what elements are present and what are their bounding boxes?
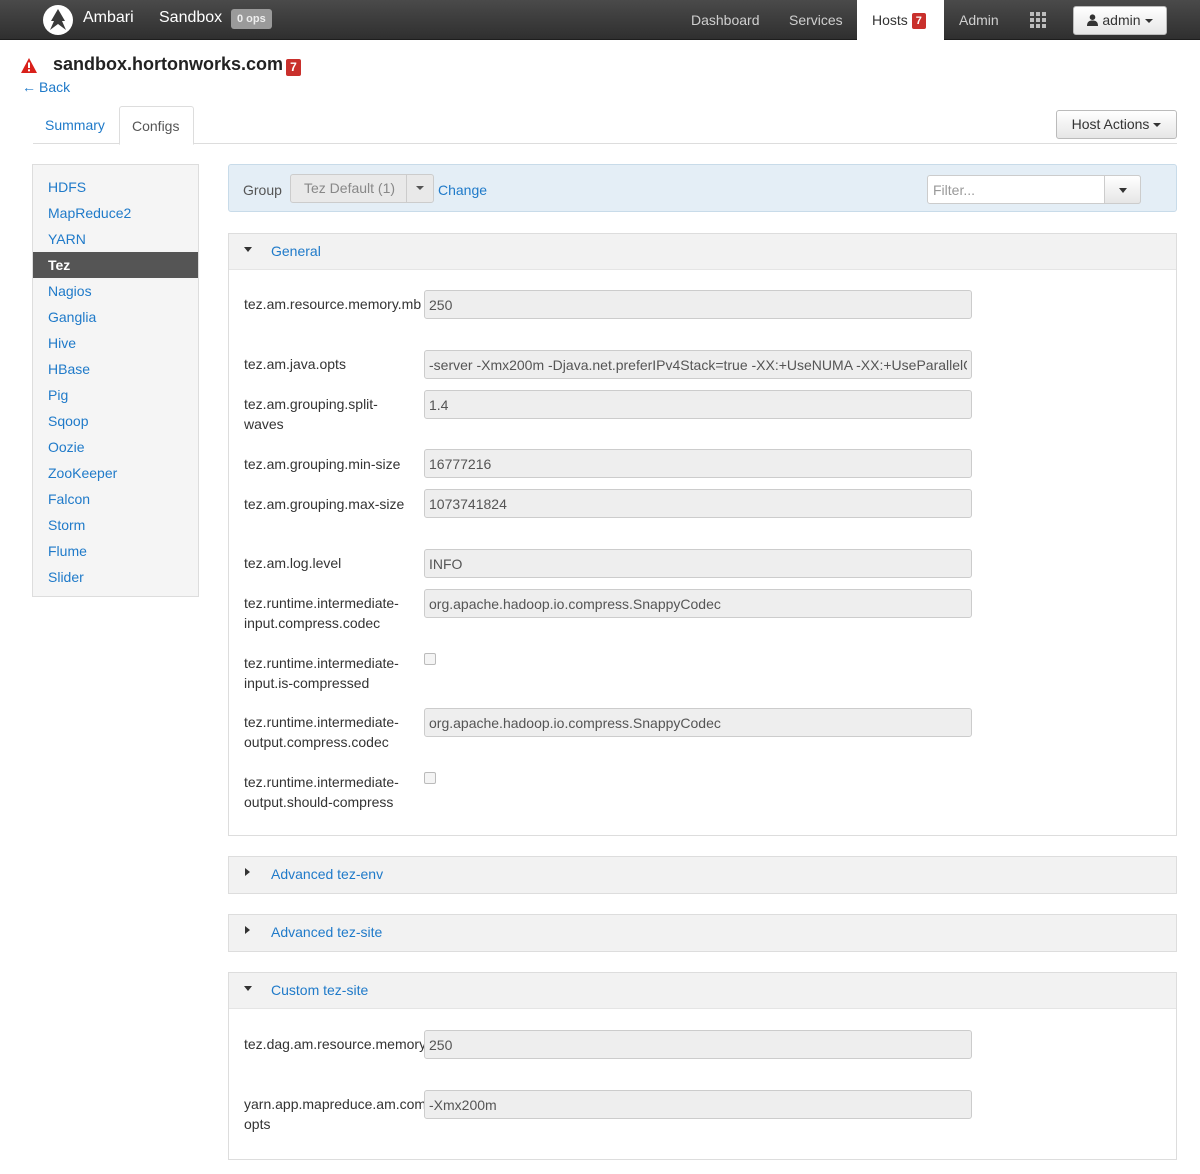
host-actions-label: Host Actions: [1071, 116, 1150, 132]
tab-summary[interactable]: Summary: [33, 106, 117, 144]
prop-label: tez.runtime.intermediate-output.compress…: [244, 714, 399, 750]
prop-label: tez.am.grouping.min-size: [244, 456, 401, 472]
section-header-advanced-tez-env[interactable]: Advanced tez-env: [229, 857, 1176, 893]
service-sidebar: HDFS MapReduce2 YARN Tez Nagios Ganglia …: [32, 164, 199, 597]
ambari-logo-icon[interactable]: [42, 4, 74, 36]
sidebar-item-tez[interactable]: Tez: [33, 252, 198, 278]
sidebar-item-sqoop[interactable]: Sqoop: [33, 408, 198, 434]
sidebar-item-flume[interactable]: Flume: [33, 538, 198, 564]
chevron-down-icon: [1119, 188, 1127, 193]
prop-value-input[interactable]: [424, 489, 972, 518]
sidebar-item-yarn[interactable]: YARN: [33, 226, 198, 252]
tab-configs[interactable]: Configs: [119, 106, 194, 145]
section-custom-tez-site: Custom tez-site tez.dag.am.resource.memo…: [228, 972, 1177, 1160]
prop-label: tez.am.java.opts: [244, 356, 346, 372]
sidebar-item-slider[interactable]: Slider: [33, 564, 198, 590]
sidebar-item-pig[interactable]: Pig: [33, 382, 198, 408]
prop-value-input[interactable]: [424, 290, 972, 319]
page-title: sandbox.hortonworks.com: [53, 54, 284, 74]
prop-value-input[interactable]: [424, 589, 972, 618]
prop-label: tez.am.log.level: [244, 555, 342, 571]
section-advanced-tez-site: Advanced tez-site: [228, 914, 1177, 952]
prop-value-input[interactable]: [424, 350, 972, 379]
config-group-value: Tez Default (1): [304, 180, 396, 196]
prop-label: tez.am.grouping.split-waves: [244, 396, 378, 432]
prop-value-input[interactable]: [424, 390, 972, 419]
caret-right-icon: [245, 868, 250, 876]
back-label: Back: [39, 79, 71, 95]
group-dropdown-toggle[interactable]: [406, 175, 433, 202]
prop-checkbox[interactable]: [424, 653, 436, 665]
prop-value-input[interactable]: [424, 708, 972, 737]
section-title: General: [271, 243, 321, 259]
section-advanced-tez-env: Advanced tez-env: [228, 856, 1177, 894]
sidebar-item-falcon[interactable]: Falcon: [33, 486, 198, 512]
background-ops-badge[interactable]: 0 ops: [231, 9, 272, 29]
chevron-down-icon: [416, 186, 424, 190]
prop-value-input[interactable]: [424, 549, 972, 578]
user-menu-label: admin: [1102, 12, 1141, 28]
user-menu-button[interactable]: admin: [1073, 6, 1167, 35]
sidebar-item-storm[interactable]: Storm: [33, 512, 198, 538]
nav-services[interactable]: Services: [789, 0, 843, 40]
prop-label: tez.runtime.intermediate-input.is-compre…: [244, 655, 399, 691]
group-label: Group: [243, 182, 282, 198]
section-header-advanced-tez-site[interactable]: Advanced tez-site: [229, 915, 1176, 951]
filter-dropdown-button[interactable]: [1104, 175, 1141, 204]
sidebar-item-hdfs[interactable]: HDFS: [33, 174, 198, 200]
sidebar-item-mapreduce2[interactable]: MapReduce2: [33, 200, 198, 226]
prop-value-input[interactable]: [424, 1090, 972, 1119]
prop-label: tez.runtime.intermediate-output.should-c…: [244, 774, 399, 810]
prop-value-input[interactable]: [424, 1030, 972, 1059]
sidebar-item-ganglia[interactable]: Ganglia: [33, 304, 198, 330]
section-header-general[interactable]: General: [229, 234, 1176, 270]
caret-down-icon: [244, 247, 252, 252]
hosts-alert-badge: 7: [911, 13, 926, 30]
back-link[interactable]: ← Back: [22, 79, 70, 95]
nav-dashboard[interactable]: Dashboard: [691, 0, 760, 40]
prop-checkbox[interactable]: [424, 772, 436, 784]
caret-right-icon: [245, 926, 250, 934]
sidebar-item-oozie[interactable]: Oozie: [33, 434, 198, 460]
sidebar-item-nagios[interactable]: Nagios: [33, 278, 198, 304]
user-icon: [1087, 14, 1099, 26]
prop-label: tez.am.grouping.max-size: [244, 496, 405, 512]
warning-icon: [21, 58, 37, 73]
caret-down-icon: [244, 986, 252, 991]
nav-admin[interactable]: Admin: [959, 0, 999, 40]
nav-hosts[interactable]: Hosts 7: [857, 0, 944, 40]
section-header-custom-tez-site[interactable]: Custom tez-site: [229, 973, 1176, 1009]
cluster-name[interactable]: Sandbox: [159, 9, 222, 27]
sidebar-item-hive[interactable]: Hive: [33, 330, 198, 356]
prop-value-input[interactable]: [424, 449, 972, 478]
change-group-link[interactable]: Change: [438, 182, 487, 198]
prop-label: tez.dag.am.resource.memory.mb: [244, 1036, 449, 1052]
brand-name[interactable]: Ambari: [83, 9, 134, 27]
arrow-left-icon: ←: [22, 79, 36, 95]
section-general: General tez.am.resource.memory.mb tez.am…: [228, 233, 1177, 836]
nav-hosts-label: Hosts: [872, 12, 908, 28]
sidebar-item-zookeeper[interactable]: ZooKeeper: [33, 460, 198, 486]
config-group-select[interactable]: Tez Default (1): [290, 174, 434, 203]
top-navbar: Ambari Sandbox 0 ops Dashboard Services …: [0, 0, 1200, 40]
sidebar-item-hbase[interactable]: HBase: [33, 356, 198, 382]
config-group-bar: Group Tez Default (1) Change: [228, 164, 1177, 212]
views-grid-icon[interactable]: [1030, 12, 1048, 28]
prop-label: tez.am.resource.memory.mb: [244, 296, 422, 312]
chevron-down-icon: [1144, 19, 1153, 24]
prop-label: tez.runtime.intermediate-input.compress.…: [244, 595, 399, 631]
host-actions-button[interactable]: Host Actions: [1056, 110, 1177, 139]
section-title: Advanced tez-site: [271, 924, 383, 940]
chevron-down-icon: [1153, 123, 1162, 128]
prop-label: yarn.app.mapreduce.am.command-opts: [244, 1096, 466, 1132]
section-title: Advanced tez-env: [271, 866, 384, 882]
host-tabs: Summary Configs: [33, 106, 1177, 145]
host-alert-badge[interactable]: 7: [286, 59, 301, 76]
section-title: Custom tez-site: [271, 982, 369, 998]
